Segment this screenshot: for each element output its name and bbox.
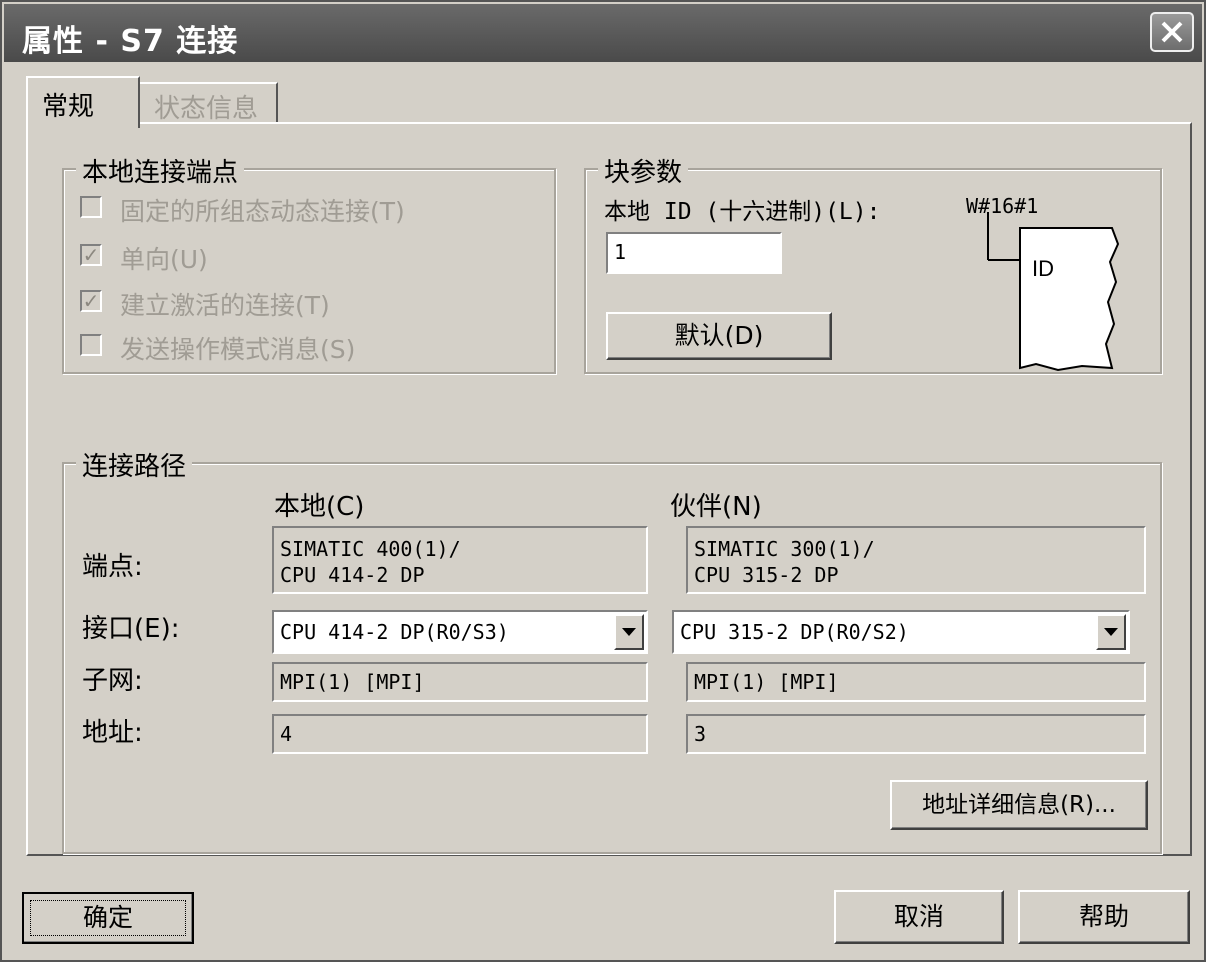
partner-column-header: 伙伴(N) xyxy=(670,492,762,522)
checkbox-checked[interactable]: ✓ xyxy=(80,290,102,312)
partner-interface-select[interactable]: CPU 315-2 DP(R0/S2) xyxy=(672,610,1130,654)
dialog-window: 属性 - S7 连接 常规 状态信息 本地连接端点 固定的所组态动态连接(T) … xyxy=(0,0,1206,962)
chevron-down-icon[interactable] xyxy=(1096,614,1126,650)
local-endpoint-title: 本地连接端点 xyxy=(76,152,245,189)
id-diagram-label: ID xyxy=(1032,256,1054,281)
chevron-down-icon[interactable] xyxy=(614,614,644,650)
address-row-label: 地址: xyxy=(82,718,143,748)
partner-subnet-field: MPI(1) [MPI] xyxy=(686,662,1146,702)
address-details-button[interactable]: 地址详细信息(R)... xyxy=(890,780,1148,830)
local-column-header: 本地(C) xyxy=(274,492,365,522)
connection-path-group: 连接路径 本地(C) 伙伴(N) 端点: 接口(E): 子网: 地址: SIMA… xyxy=(62,446,1162,854)
window-title: 属性 - S7 连接 xyxy=(22,24,239,59)
option-label: 发送操作模式消息(S) xyxy=(120,335,356,364)
local-interface-value: CPU 414-2 DP(R0/S3) xyxy=(280,620,509,644)
local-id-label: 本地 ID (十六进制)(L): xyxy=(604,199,881,225)
tab-status-info[interactable]: 状态信息 xyxy=(140,82,278,124)
ok-button[interactable]: 确定 xyxy=(22,892,194,944)
option-label: 建立激活的连接(T) xyxy=(120,291,330,320)
partner-endpoint-line2: CPU 315-2 DP xyxy=(694,563,839,587)
local-endpoint-line2: CPU 414-2 DP xyxy=(280,563,425,587)
option-label: 单向(U) xyxy=(120,245,208,274)
local-interface-select[interactable]: CPU 414-2 DP(R0/S3) xyxy=(272,610,648,654)
checkbox[interactable] xyxy=(80,196,102,218)
partner-endpoint-line1: SIMATIC 300(1)/ xyxy=(694,537,875,561)
close-button[interactable] xyxy=(1150,12,1194,52)
focus-outline xyxy=(30,900,186,936)
local-subnet-field: MPI(1) [MPI] xyxy=(272,662,648,702)
checkbox[interactable] xyxy=(80,334,102,356)
local-endpoint-group: 本地连接端点 固定的所组态动态连接(T) ✓ 单向(U) ✓ 建立激活的连接(T… xyxy=(62,152,556,374)
cancel-button[interactable]: 取消 xyxy=(834,890,1004,944)
subnet-row-label: 子网: xyxy=(82,666,143,696)
help-button[interactable]: 帮助 xyxy=(1018,890,1190,944)
local-address-field: 4 xyxy=(272,714,648,754)
partner-endpoint-field: SIMATIC 300(1)/ CPU 315-2 DP xyxy=(686,526,1146,594)
option-label: 固定的所组态动态连接(T) xyxy=(120,197,405,226)
connection-path-title: 连接路径 xyxy=(76,446,193,483)
endpoint-row-label: 端点: xyxy=(82,552,143,582)
default-button[interactable]: 默认(D) xyxy=(606,312,832,360)
id-block-diagram: ID xyxy=(987,212,1120,372)
local-id-input[interactable]: 1 xyxy=(606,232,782,274)
local-endpoint-line1: SIMATIC 400(1)/ xyxy=(280,537,461,561)
title-bar: 属性 - S7 连接 xyxy=(4,4,1202,62)
interface-row-label: 接口(E): xyxy=(82,614,180,644)
close-icon xyxy=(1161,21,1183,43)
checkbox-checked[interactable]: ✓ xyxy=(80,244,102,266)
tab-general[interactable]: 常规 xyxy=(26,76,140,128)
local-endpoint-field: SIMATIC 400(1)/ CPU 414-2 DP xyxy=(272,526,648,594)
partner-address-field: 3 xyxy=(686,714,1146,754)
block-parameters-title: 块参数 xyxy=(598,152,689,189)
partner-interface-value: CPU 315-2 DP(R0/S2) xyxy=(680,620,909,644)
